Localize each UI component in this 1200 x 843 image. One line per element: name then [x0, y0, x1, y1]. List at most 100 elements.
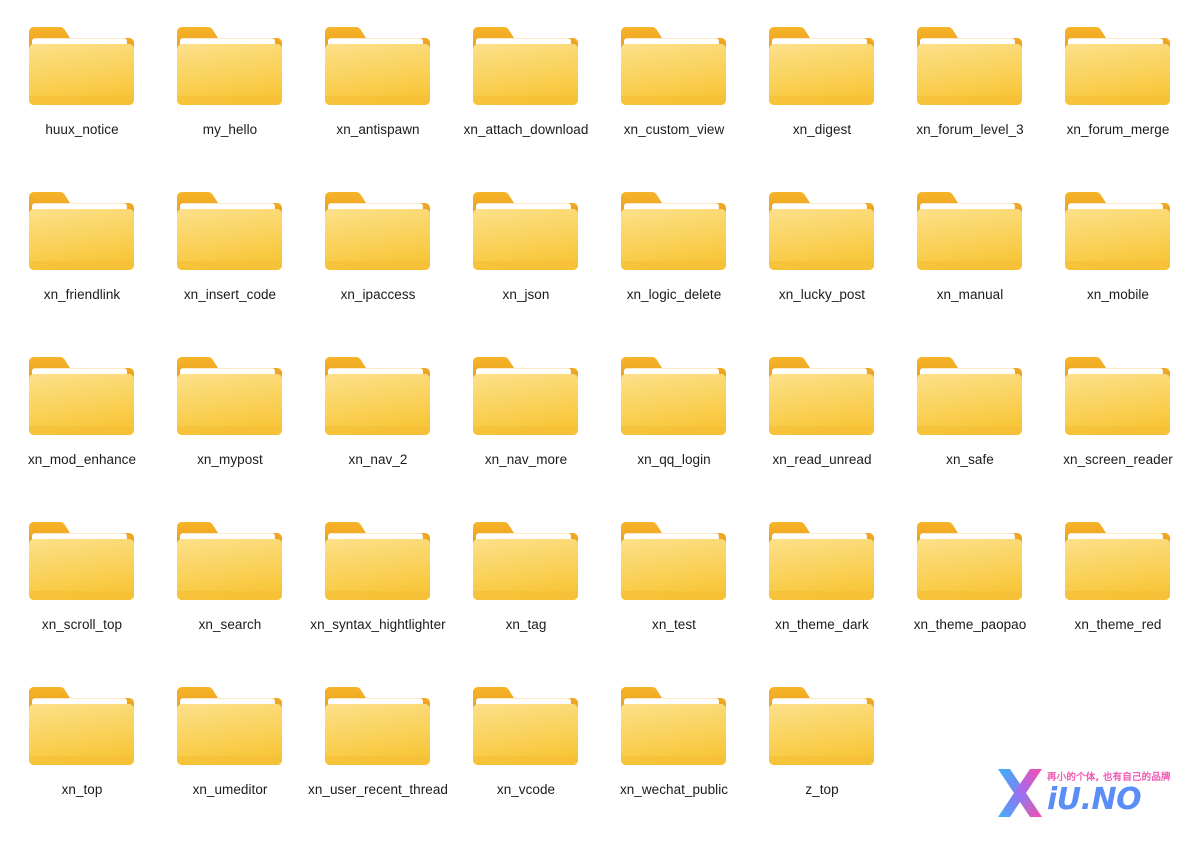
folder-label: xn_top: [61, 782, 103, 797]
folder-label: xn_forum_merge: [1066, 122, 1170, 137]
folder-icon: [473, 687, 578, 765]
folder-label: xn_vcode: [496, 782, 556, 797]
folder-label: xn_logic_delete: [626, 287, 722, 302]
folder-icon: [917, 357, 1022, 435]
folder-label: huux_notice: [45, 122, 119, 137]
folder-item[interactable]: xn_logic_delete: [600, 183, 748, 348]
folder-label: xn_search: [198, 617, 262, 632]
folder-item[interactable]: xn_attach_download: [452, 18, 600, 183]
folder-icon: [917, 522, 1022, 600]
folder-label: xn_attach_download: [463, 122, 589, 137]
folder-icon: [177, 687, 282, 765]
folder-item[interactable]: xn_umeditor: [156, 678, 304, 843]
folder-icon: [769, 357, 874, 435]
folder-item[interactable]: xn_forum_merge: [1044, 18, 1192, 183]
folder-item[interactable]: xn_search: [156, 513, 304, 678]
folder-label: z_top: [805, 782, 839, 797]
folder-label: xn_insert_code: [183, 287, 277, 302]
folder-item[interactable]: my_hello: [156, 18, 304, 183]
folder-icon: [621, 192, 726, 270]
folder-label: xn_manual: [936, 287, 1004, 302]
folder-label: xn_syntax_hightlighter: [310, 617, 446, 632]
folder-item[interactable]: xn_digest: [748, 18, 896, 183]
folder-item[interactable]: xn_tag: [452, 513, 600, 678]
folder-label: xn_ipaccess: [340, 287, 416, 302]
folder-item[interactable]: xn_theme_paopao: [896, 513, 1044, 678]
folder-item[interactable]: xn_insert_code: [156, 183, 304, 348]
folder-item[interactable]: xn_lucky_post: [748, 183, 896, 348]
folder-item[interactable]: xn_safe: [896, 348, 1044, 513]
folder-label: my_hello: [202, 122, 258, 137]
folder-label: xn_lucky_post: [778, 287, 866, 302]
folder-item[interactable]: xn_theme_red: [1044, 513, 1192, 678]
folder-item[interactable]: xn_manual: [896, 183, 1044, 348]
folder-item[interactable]: xn_forum_level_3: [896, 18, 1044, 183]
folder-item[interactable]: xn_test: [600, 513, 748, 678]
folder-label: xn_theme_dark: [775, 617, 869, 632]
folder-label: xn_json: [502, 287, 550, 302]
folder-item[interactable]: xn_mod_enhance: [8, 348, 156, 513]
folder-icon: [177, 192, 282, 270]
folder-item[interactable]: xn_ipaccess: [304, 183, 452, 348]
folder-item[interactable]: xn_mypost: [156, 348, 304, 513]
folder-icon: [177, 27, 282, 105]
folder-label: xn_theme_red: [1074, 617, 1162, 632]
folder-label: xn_mypost: [197, 452, 263, 467]
folder-item[interactable]: xn_theme_dark: [748, 513, 896, 678]
folder-icon: [1065, 357, 1170, 435]
folder-label: xn_scroll_top: [41, 617, 123, 632]
folder-label: xn_wechat_public: [619, 782, 729, 797]
folder-item[interactable]: xn_vcode: [452, 678, 600, 843]
folder-label: xn_forum_level_3: [916, 122, 1024, 137]
folder-item[interactable]: xn_wechat_public: [600, 678, 748, 843]
folder-icon: [29, 357, 134, 435]
folder-icon: [325, 27, 430, 105]
folder-item[interactable]: xn_scroll_top: [8, 513, 156, 678]
folder-item[interactable]: huux_notice: [8, 18, 156, 183]
folder-item[interactable]: xn_json: [452, 183, 600, 348]
folder-item[interactable]: xn_friendlink: [8, 183, 156, 348]
folder-icon: [1065, 522, 1170, 600]
folder-icon: [29, 522, 134, 600]
folder-item[interactable]: xn_top: [8, 678, 156, 843]
folder-icon: [29, 192, 134, 270]
folder-label: xn_mod_enhance: [27, 452, 137, 467]
folder-icon: [621, 357, 726, 435]
folder-icon: [29, 27, 134, 105]
folder-item[interactable]: xn_qq_login: [600, 348, 748, 513]
folder-icon: [177, 357, 282, 435]
folder-icon: [621, 687, 726, 765]
folder-label: xn_theme_paopao: [913, 617, 1027, 632]
folder-icon: [917, 192, 1022, 270]
folder-label: xn_umeditor: [192, 782, 268, 797]
folder-icon: [473, 357, 578, 435]
folder-label: xn_qq_login: [637, 452, 711, 467]
folder-label: xn_tag: [505, 617, 547, 632]
folder-item[interactable]: xn_nav_more: [452, 348, 600, 513]
folder-label: xn_antispawn: [336, 122, 420, 137]
folder-item[interactable]: xn_syntax_hightlighter: [304, 513, 452, 678]
folder-item[interactable]: z_top: [748, 678, 896, 843]
folder-icon: [769, 687, 874, 765]
folder-icon: [1065, 192, 1170, 270]
folder-icon: [769, 27, 874, 105]
folder-item[interactable]: xn_screen_reader: [1044, 348, 1192, 513]
folder-icon: [325, 687, 430, 765]
folder-icon: [769, 522, 874, 600]
folder-icon: [769, 192, 874, 270]
folder-label: xn_digest: [792, 122, 852, 137]
folder-label: xn_friendlink: [43, 287, 121, 302]
folder-item[interactable]: xn_user_recent_thread: [304, 678, 452, 843]
folder-item[interactable]: xn_mobile: [1044, 183, 1192, 348]
folder-item[interactable]: xn_read_unread: [748, 348, 896, 513]
folder-label: xn_mobile: [1087, 287, 1149, 302]
folder-icon: [177, 522, 282, 600]
folder-label: xn_user_recent_thread: [308, 782, 448, 797]
folder-icon: [29, 687, 134, 765]
folder-icon: [473, 27, 578, 105]
folder-item[interactable]: xn_nav_2: [304, 348, 452, 513]
folder-icon: [473, 192, 578, 270]
folder-icon: [325, 192, 430, 270]
folder-item[interactable]: xn_custom_view: [600, 18, 748, 183]
folder-item[interactable]: xn_antispawn: [304, 18, 452, 183]
